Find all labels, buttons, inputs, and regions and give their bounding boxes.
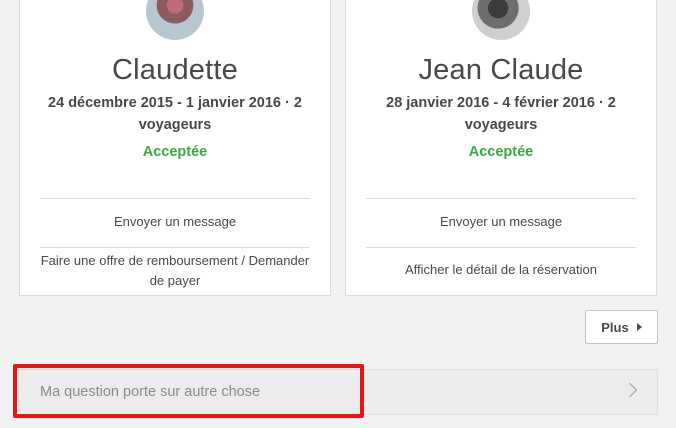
reservation-card: Claudette 24 décembre 2015 - 1 janvier 2…: [19, 0, 331, 296]
divider: [366, 198, 636, 199]
chevron-right-icon: [622, 382, 638, 398]
reservation-card: Jean Claude 28 janvier 2016 - 4 février …: [345, 0, 657, 296]
more-button-label: Plus: [601, 319, 629, 335]
highlight-box: [13, 364, 364, 418]
reservation-dates: 24 décembre 2015 - 1 janvier 2016 · 2 vo…: [48, 95, 302, 133]
send-message-link[interactable]: Envoyer un message: [40, 212, 310, 232]
guest-avatar: [472, 0, 530, 40]
caret-right-icon: [636, 323, 642, 331]
more-button[interactable]: Plus: [585, 310, 658, 344]
status-badge: Acceptée: [142, 144, 208, 160]
guest-name: Claudette: [112, 54, 238, 86]
guest-avatar: [146, 0, 204, 40]
divider: [40, 198, 310, 199]
status-badge: Acceptée: [468, 144, 534, 160]
divider: [40, 247, 310, 248]
guest-name: Jean Claude: [418, 54, 584, 86]
send-message-link[interactable]: Envoyer un message: [366, 212, 636, 232]
reservation-details-link[interactable]: Afficher le détail de la réservation: [366, 260, 636, 280]
refund-offer-link[interactable]: Faire une offre de remboursement / Deman…: [40, 251, 310, 291]
divider: [366, 247, 636, 248]
reservation-dates: 28 janvier 2016 - 4 février 2016 · 2 voy…: [386, 95, 616, 133]
